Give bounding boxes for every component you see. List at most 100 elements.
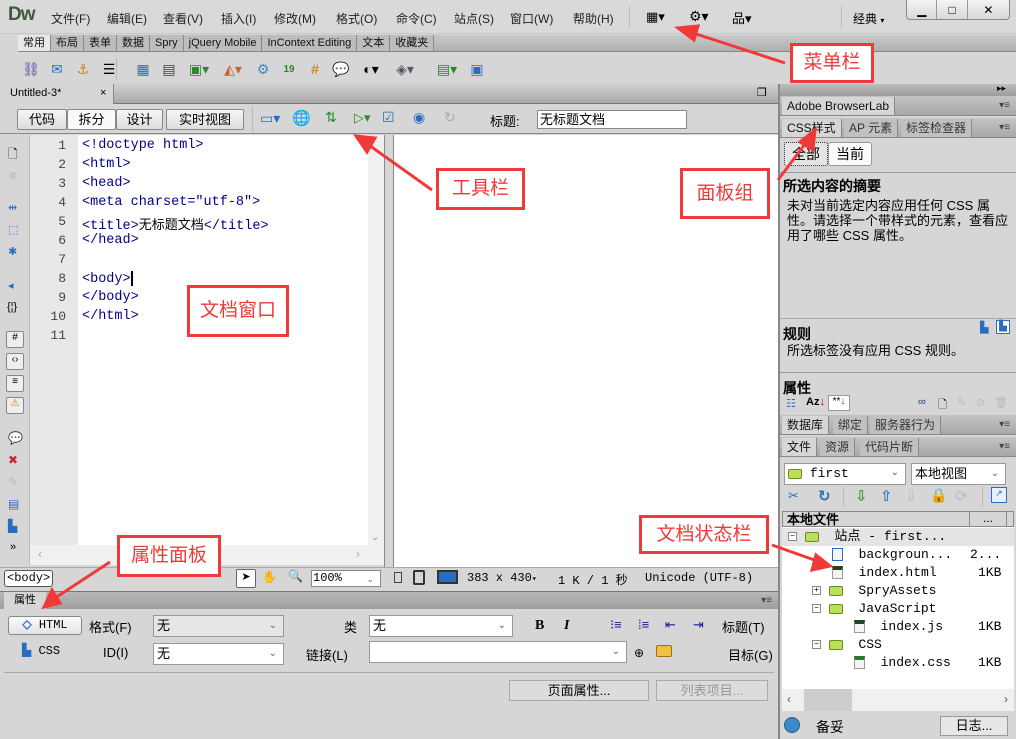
refresh-icon[interactable]: ↻ [818,487,831,505]
workspace-switcher[interactable]: 经典 ▾ [853,10,884,27]
tab-databases[interactable]: 数据库 [782,416,830,434]
table-icon[interactable]: ▦ [132,58,154,80]
disable-property-icon[interactable]: ⊘ [976,396,985,409]
tree-item-folder[interactable]: − CSS [812,636,882,654]
browserlab-tab[interactable]: Adobe BrowserLab [782,97,896,115]
properties-tab[interactable]: 属性 [4,592,46,609]
maximize-button[interactable]: □ [937,0,968,19]
tree-item-site-root[interactable]: − 站点 - first... [782,528,1014,546]
hyperlink-icon[interactable]: ⛓ [20,58,42,80]
tree-item-file[interactable]: backgroun... [832,546,952,564]
id-select[interactable]: 无 ⌄ [153,643,284,665]
extend-gear-icon[interactable]: ⚙▾ [689,8,709,25]
insert-tab-jquery-mobile[interactable]: jQuery Mobile [183,35,263,51]
document-tab[interactable]: Untitled-3* × [0,84,114,104]
file-tree-hscrollbar[interactable]: ‹ › [782,689,1014,711]
date-icon[interactable]: 19 [278,58,300,80]
comment-icon[interactable]: 💬 [330,58,352,80]
document-title-input[interactable]: 无标题文档 [537,110,687,129]
code-editor[interactable]: <!doctype html> <html> <head> <meta char… [78,135,368,545]
desktop-size-icon[interactable] [437,570,458,584]
put-files-icon[interactable]: ⇧ [880,487,893,505]
highlight-invalid-code-icon[interactable]: ‹› [6,353,24,370]
tag-chooser-icon[interactable]: ▣ [466,58,488,80]
alpha-view-icon[interactable]: Az↓ [806,396,825,408]
panel-collapse-bar[interactable]: ▸▸ [780,83,1016,96]
show-code-navigator-icon[interactable]: ✵ [8,169,18,183]
expand-toggle[interactable]: + [812,586,821,596]
insert-tab-favorites[interactable]: 收藏夹 [390,35,435,51]
size-column-header[interactable]: ... [969,511,1007,527]
split-divider[interactable] [384,135,394,567]
menu-window[interactable]: 窗口(W) [510,10,553,27]
media-icon[interactable]: ◭▾ [218,58,248,80]
italic-button[interactable]: I [564,618,569,634]
pane-divider[interactable] [780,318,1016,319]
remove-comment-icon[interactable]: ✖ [8,453,18,467]
minimize-button[interactable]: ▁ [907,0,938,19]
check-in-icon[interactable]: 🔒 [930,487,947,504]
move-css-icon[interactable]: ▙ [8,519,17,533]
html-mode-button[interactable]: ◇ HTML [8,616,82,635]
apply-comment-icon[interactable]: 💬 [8,431,23,445]
insert-tab-incontext[interactable]: InContext Editing [262,35,358,51]
class-select[interactable]: 无 ⌄ [369,615,513,637]
more-tools-icon[interactable]: » [10,541,16,553]
all-mode-button[interactable]: 全部 [784,142,828,166]
tree-item-file[interactable]: index.css [854,654,951,672]
tree-item-file[interactable]: index.js [854,618,943,636]
tag-selector-body[interactable]: <body> [4,570,54,587]
balance-braces-icon[interactable]: {¦} [7,301,17,313]
select-parent-tag-icon[interactable]: ◂ [8,279,14,292]
page-properties-button[interactable]: 页面属性... [509,680,649,701]
panel-menu-icon[interactable]: ▾≡ [761,595,772,606]
insert-div-icon[interactable]: ▤ [158,58,180,80]
collapse-toggle[interactable]: − [788,532,797,542]
log-button[interactable]: 日志... [940,716,1008,736]
css-mode-button[interactable]: ▙ CSS [22,643,60,658]
select-tool-icon[interactable]: ➤ [236,569,256,588]
local-files-header[interactable]: 本地文件 [787,512,839,527]
line-numbers-icon[interactable]: # [6,331,24,348]
new-css-rule-icon[interactable]: 🗋 [938,396,947,415]
close-tab-icon[interactable]: × [100,84,106,103]
view-live-button[interactable]: 实时视图 [166,109,244,130]
tree-item-file[interactable]: index.html [832,564,937,582]
collapse-icon[interactable]: ▸▸ [997,83,1006,94]
view-select[interactable]: 本地视图 ⌄ [911,463,1006,485]
view-split-button[interactable]: 拆分 [67,109,116,130]
hand-tool-icon[interactable]: ✋ [262,570,277,584]
current-mode-button[interactable]: 当前 [828,142,872,166]
show-cascade-icon[interactable]: ▙ [980,321,988,334]
category-view-icon[interactable]: ☷ [786,397,796,410]
indent-icon[interactable]: ⇥ [693,617,704,633]
tab-css-styles[interactable]: CSS样式 [782,119,842,137]
tab-assets[interactable]: 资源 [820,438,856,456]
mobile-size-icon[interactable] [394,572,402,583]
preview-browser-icon[interactable]: 🌐 [292,109,311,127]
menu-insert[interactable]: 插入(I) [221,10,256,27]
site-select[interactable]: first ⌄ [784,463,906,485]
code-vertical-scrollbar[interactable]: ⌄ [368,135,384,545]
browse-folder-icon[interactable] [656,645,672,657]
insert-tab-forms[interactable]: 表单 [84,35,117,51]
panel-menu-icon[interactable]: ▾≡ [999,122,1010,133]
menu-edit[interactable]: 编辑(E) [107,10,147,27]
tab-ap-elements[interactable]: AP 元素 [844,119,899,137]
ordered-list-icon[interactable]: ⁞≡ [638,617,649,632]
get-files-icon[interactable]: ⇩ [855,487,868,505]
file-management-icon[interactable]: ⇅ [325,109,337,126]
window-size[interactable]: 383 x 430▾ [467,571,537,585]
bold-button[interactable]: B [535,618,544,634]
close-button[interactable]: ✕ [968,0,1009,19]
unordered-list-icon[interactable]: ⁝≡ [610,617,622,633]
zoom-select[interactable]: 100% ⌄ [311,570,381,587]
menu-view[interactable]: 查看(V) [163,10,203,27]
outdent-icon[interactable]: ⇤ [665,617,676,633]
script-icon[interactable]: ◈▾ [390,58,420,80]
tab-files[interactable]: 文件 [782,438,818,456]
widget-icon[interactable]: ⚙ [252,58,274,80]
tablet-size-icon[interactable] [413,570,425,585]
tab-server-behaviors[interactable]: 服务器行为 [870,416,942,434]
menu-file[interactable]: 文件(F) [51,10,90,27]
